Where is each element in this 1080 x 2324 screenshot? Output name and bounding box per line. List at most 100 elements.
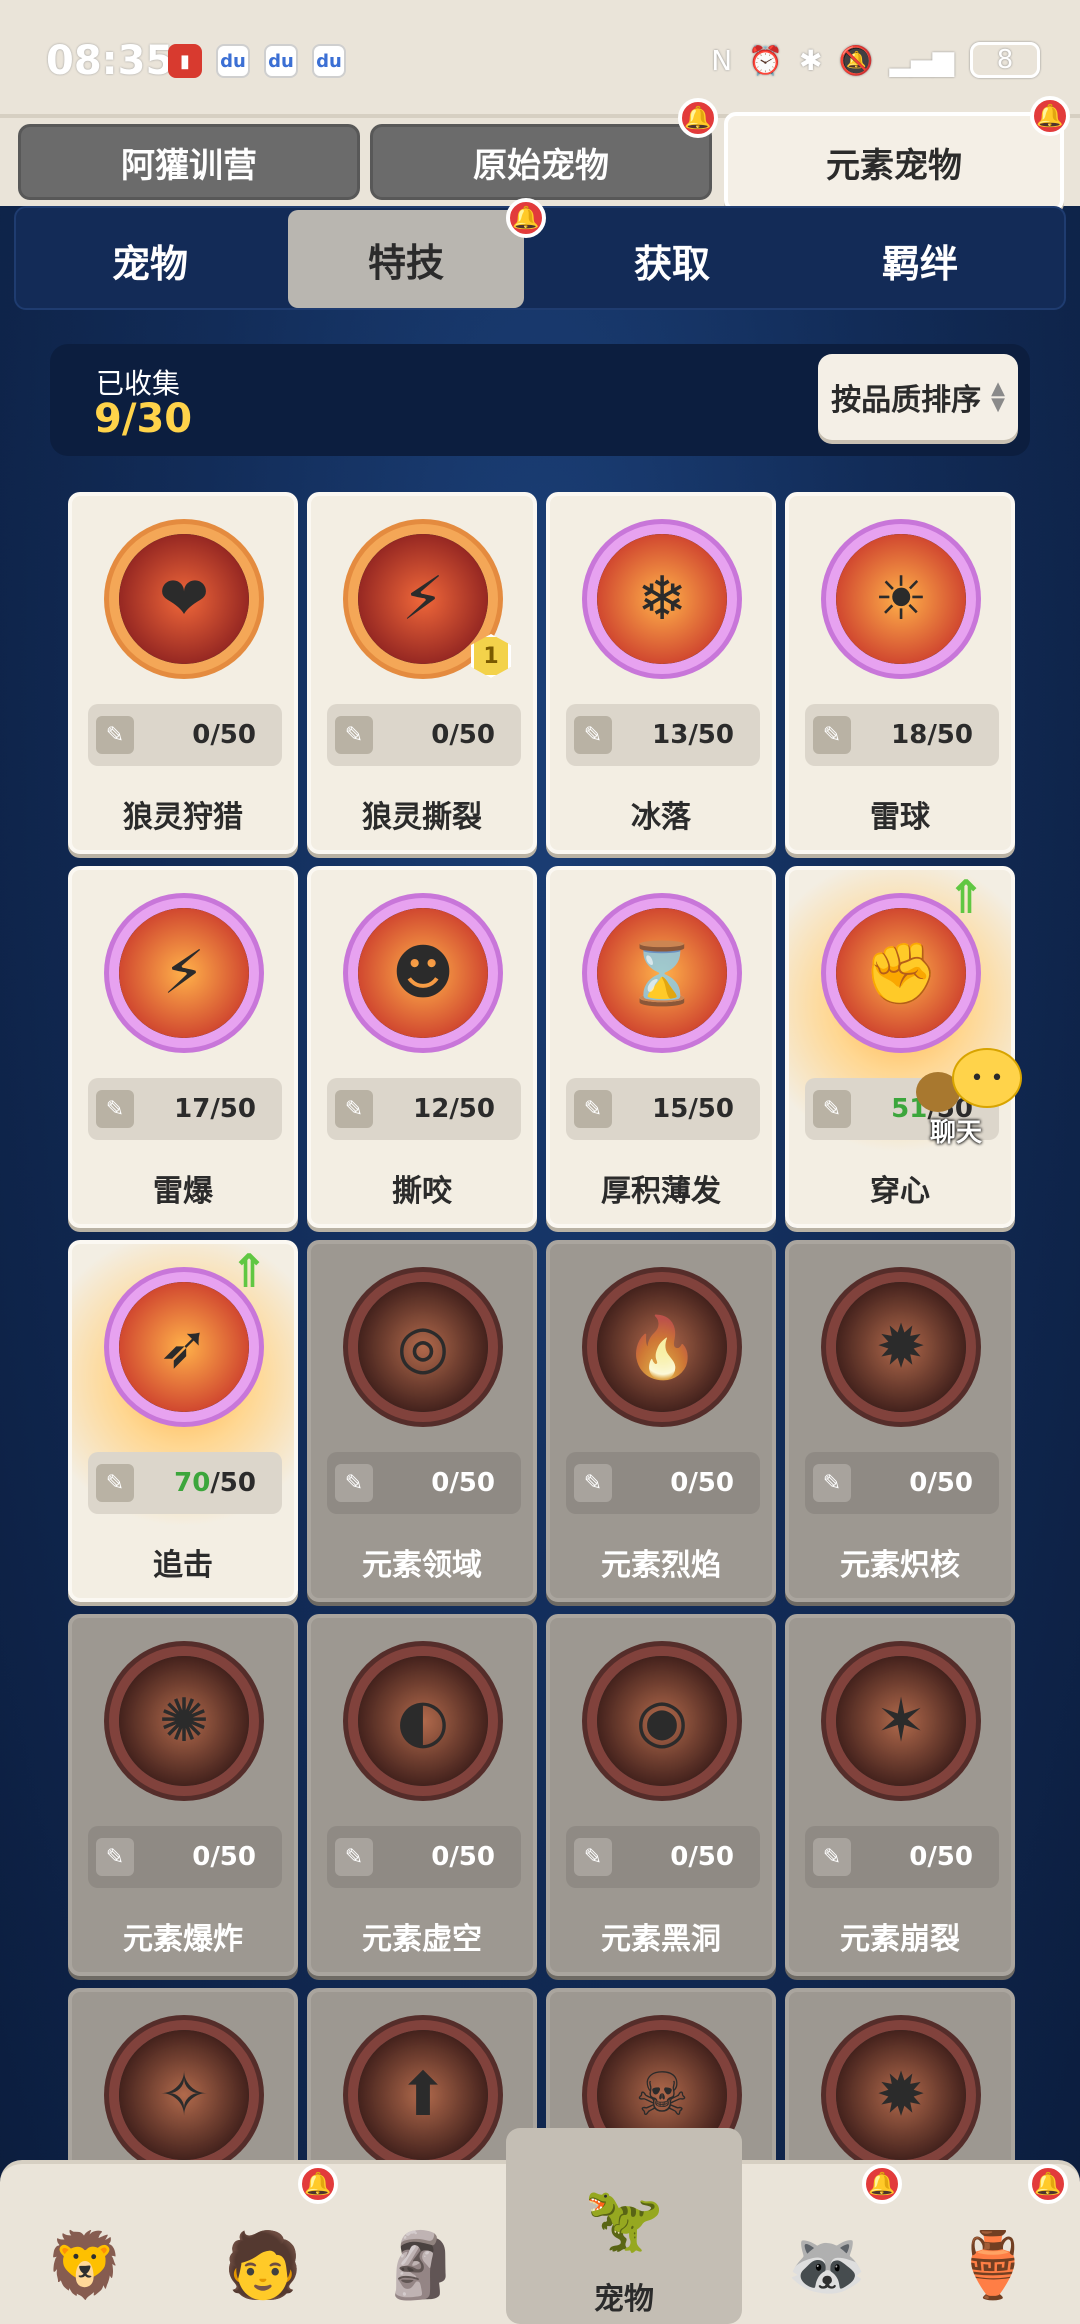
skill-name: 元素崩裂 [840, 1922, 960, 1957]
tab-badger-camp[interactable]: 阿獾训营 [18, 124, 360, 200]
fragment-count: 12/50 [413, 1094, 495, 1124]
puzzle-piece-icon: ✎ [335, 716, 373, 754]
skill-card[interactable]: ✊ ⇑ ✎ 51/50 穿心 [785, 866, 1015, 1228]
fragment-progress: ✎ 0/50 [327, 1452, 521, 1514]
skill-card[interactable]: 🔥 ✎ 0/50 元素烈焰 [546, 1240, 776, 1602]
bell-badge-icon: 🔔 [298, 2164, 338, 2204]
bell-badge-icon: 🔔 [862, 2164, 902, 2204]
skill-card[interactable]: ◐ ✎ 0/50 元素虚空 [307, 1614, 537, 1976]
fragment-progress: ✎ 12/50 [327, 1078, 521, 1140]
skill-card[interactable]: ❤ ✎ 0/50 狼灵狩猎 [68, 492, 298, 854]
fragment-owned: 0 [670, 1842, 689, 1872]
skill-name: 冰落 [631, 800, 691, 835]
puzzle-piece-icon: ✎ [96, 716, 134, 754]
bell-badge-icon: 🔔 [1028, 2164, 1068, 2204]
skill-card[interactable]: ◎ ✎ 0/50 元素领域 [307, 1240, 537, 1602]
puzzle-piece-icon: ✎ [96, 1090, 134, 1128]
status-bar: 08:35 ▮ du du du N ⏰ ✱ 🔕 ▂▄▆ 8 [0, 0, 1080, 118]
fragment-owned: 0 [431, 720, 450, 750]
skill-name: 元素黑洞 [601, 1922, 721, 1957]
fragment-owned: 13 [652, 720, 689, 750]
fragment-total: /50 [449, 1468, 495, 1498]
fragment-progress: ✎ 0/50 [88, 1826, 282, 1888]
fragment-owned: 0 [192, 720, 211, 750]
skill-emblem-icon: ☻ [358, 908, 488, 1038]
skill-name: 元素烈焰 [601, 1548, 721, 1583]
fragment-owned: 0 [909, 1468, 928, 1498]
sort-by-quality-button[interactable]: 按品质排序 ▲ ▼ [818, 354, 1018, 440]
sort-label: 按品质排序 [831, 383, 982, 418]
skill-name: 元素领域 [362, 1548, 482, 1583]
fragment-count: 0/50 [670, 1468, 734, 1498]
mute-icon: 🔕 [838, 43, 874, 77]
subtab-obtain[interactable]: 获取 [554, 208, 790, 312]
fragment-total: /50 [688, 1094, 734, 1124]
skill-medal-icon: ✺ [109, 1646, 259, 1796]
skill-medal-icon: 🔥 [587, 1272, 737, 1422]
skill-emblem-icon: ✺ [119, 1656, 249, 1786]
nfc-icon: N [711, 43, 733, 77]
nav-item[interactable]: 🦖 宠物 [506, 2128, 742, 2324]
puzzle-piece-icon: ✎ [96, 1464, 134, 1502]
fragment-owned: 70 [174, 1468, 211, 1498]
skill-name: 撕咬 [392, 1174, 452, 1209]
fragment-progress: ✎ 0/50 [327, 704, 521, 766]
baidu-icon: du [312, 44, 346, 78]
skill-card[interactable]: ✹ ✎ 0/50 元素炽核 [785, 1240, 1015, 1602]
fragment-progress: ✎ 13/50 [566, 704, 760, 766]
puzzle-piece-icon: ✎ [335, 1838, 373, 1876]
skill-card[interactable]: ☻ ✎ 12/50 撕咬 [307, 866, 537, 1228]
puzzle-piece-icon: ✎ [574, 1464, 612, 1502]
skill-medal-icon: ⌛ [587, 898, 737, 1048]
skill-card[interactable]: ☀ ✎ 18/50 雷球 [785, 492, 1015, 854]
subtab-skills[interactable]: 特技 [288, 210, 524, 308]
fragment-progress: ✎ 0/50 [805, 1826, 999, 1888]
skill-emblem-icon: ⚡ [358, 534, 488, 664]
fragment-total: /50 [688, 1842, 734, 1872]
fragment-progress: ✎ 0/50 [566, 1452, 760, 1514]
skill-medal-icon: ⚡ [109, 898, 259, 1048]
chat-face-icon: • • [952, 1048, 1022, 1108]
skill-card[interactable]: ✺ ✎ 0/50 元素爆炸 [68, 1614, 298, 1976]
fragment-progress: ✎ 0/50 [327, 1826, 521, 1888]
puzzle-piece-icon: ✎ [574, 1090, 612, 1128]
skill-card[interactable]: ➶ ⇑ ✎ 70/50 追击 [68, 1240, 298, 1602]
battery-icon: 8 [970, 42, 1040, 78]
fragment-progress: ✎ 18/50 [805, 704, 999, 766]
skill-emblem-icon: ✹ [836, 2030, 966, 2160]
upgrade-arrow-icon: ⇑ [946, 870, 986, 924]
fragment-owned: 12 [413, 1094, 450, 1124]
tab-primal-pets[interactable]: 原始宠物 [370, 124, 712, 200]
fragment-count: 18/50 [891, 720, 973, 750]
skill-medal-icon: ✹ [826, 1272, 976, 1422]
puzzle-piece-icon: ✎ [813, 716, 851, 754]
fragment-progress: ✎ 70/50 [88, 1452, 282, 1514]
chat-button[interactable]: • • 聊天 [916, 1048, 1026, 1148]
sort-arrows-icon: ▲ ▼ [991, 378, 1005, 415]
fragment-owned: 0 [431, 1468, 450, 1498]
skill-card[interactable]: ❄ ✎ 13/50 冰落 [546, 492, 776, 854]
skill-card[interactable]: ⌛ ✎ 15/50 厚积薄发 [546, 866, 776, 1228]
puzzle-piece-icon: ✎ [574, 716, 612, 754]
fragment-total: /50 [210, 1842, 256, 1872]
tab-elemental-pets[interactable]: 元素宠物 [724, 112, 1064, 212]
skill-emblem-icon: ☀ [836, 534, 966, 664]
skill-medal-icon: ✧ [109, 2020, 259, 2170]
fragment-progress: ✎ 0/50 [88, 704, 282, 766]
subtab-bonds[interactable]: 羁绊 [802, 208, 1038, 312]
nav-item[interactable]: 🦁 [10, 2180, 160, 2320]
nav-item[interactable]: 🗿 [346, 2180, 496, 2320]
subtab-pets[interactable]: 宠物 [32, 208, 268, 312]
skill-emblem-icon: ⚡ [119, 908, 249, 1038]
skill-card[interactable]: ✶ ✎ 0/50 元素崩裂 [785, 1614, 1015, 1976]
nav-avatar-icon: 🧑 [223, 2228, 303, 2303]
skill-card[interactable]: ⚡ ✎ 17/50 雷爆 [68, 866, 298, 1228]
fragment-count: 0/50 [431, 720, 495, 750]
skill-card[interactable]: ⚡ 1 ✎ 0/50 狼灵撕裂 [307, 492, 537, 854]
nav-avatar-icon: 🦝 [787, 2228, 867, 2303]
fragment-progress: ✎ 0/50 [566, 1826, 760, 1888]
bluetooth-icon: ✱ [799, 43, 823, 77]
skill-card[interactable]: ◉ ✎ 0/50 元素黑洞 [546, 1614, 776, 1976]
skill-medal-icon: ✶ [826, 1646, 976, 1796]
skill-name: 元素虚空 [362, 1922, 482, 1957]
